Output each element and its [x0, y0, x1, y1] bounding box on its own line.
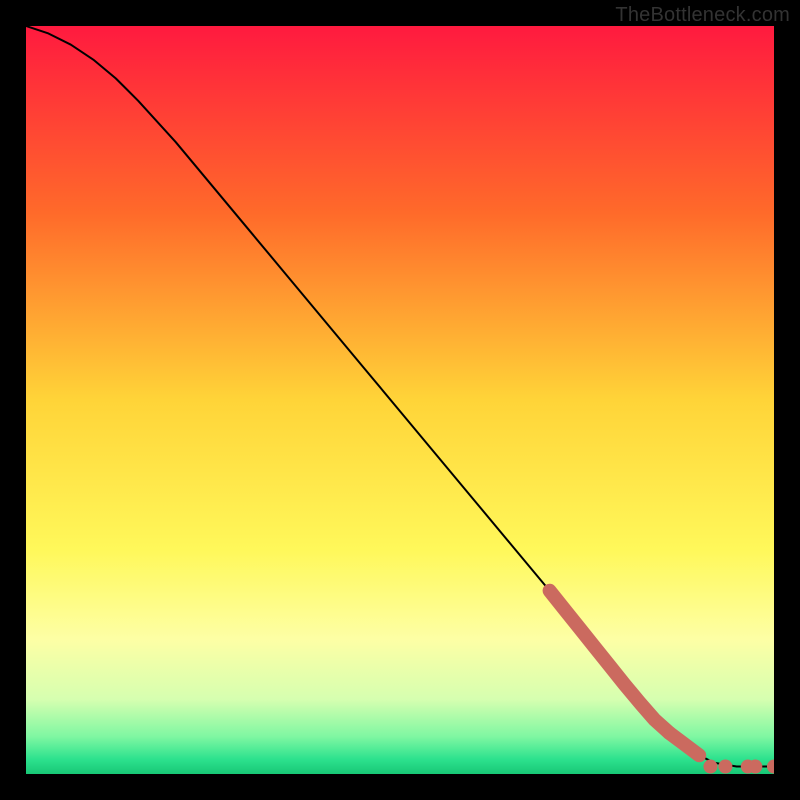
chart-plot — [26, 26, 774, 774]
point-tail-dots-3 — [748, 760, 762, 774]
point-tail-dots-1 — [718, 760, 732, 774]
chart-background — [26, 26, 774, 774]
point-tail-dots-0 — [703, 760, 717, 774]
attribution-text: TheBottleneck.com — [615, 4, 790, 27]
chart-container: TheBottleneck.com — [0, 0, 800, 800]
